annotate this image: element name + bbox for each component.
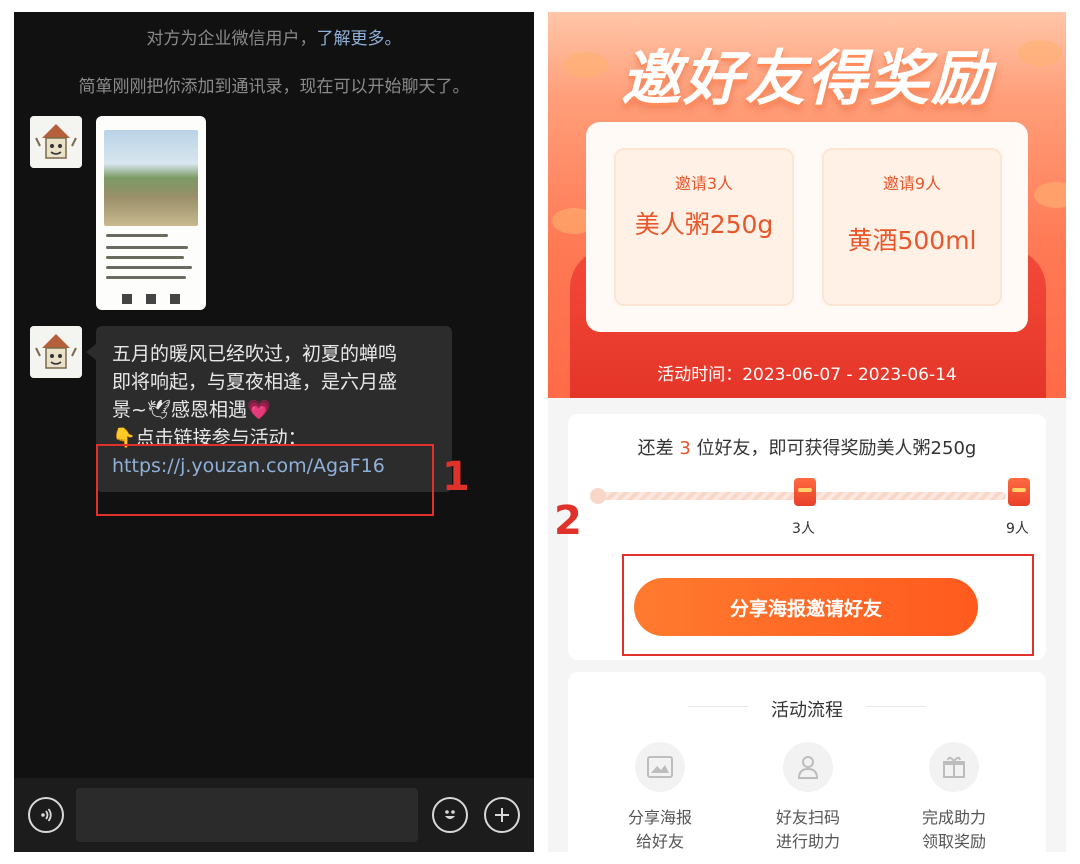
progress-card: 还差 3 位好友，即可获得奖励美人粥250g 3人 9人 分享海报邀请好友: [568, 414, 1046, 660]
message-input[interactable]: [76, 788, 418, 842]
divider: [866, 706, 926, 707]
voice-icon[interactable]: [28, 797, 64, 833]
poster-photo: [104, 130, 198, 226]
message-line: 景~🕊感恩相遇💗: [112, 399, 271, 421]
invite-promo-page: 邀好友得奖励 邀请3人 美人粥250g 邀请9人 黄酒500ml 活动时间：20…: [548, 12, 1066, 852]
flow-step-label: 完成助力 领取奖励: [921, 808, 986, 851]
reward-condition: 邀请3人: [674, 174, 734, 193]
image-icon: [635, 742, 685, 792]
flow-step-label: 好友扫码 进行助力: [775, 808, 840, 851]
flow-title: 活动流程: [771, 700, 843, 721]
reward-tier-2: 邀请9人 黄酒500ml: [822, 148, 1002, 306]
house-mascot-icon: [30, 116, 82, 168]
message-line: 即将响起，与夏夜相逢，是六月盛: [112, 371, 398, 393]
emoji-icon[interactable]: [432, 797, 468, 833]
flow-step-label: 分享海报 给好友: [627, 808, 692, 851]
milestone-label: 3人: [792, 521, 815, 537]
system-notice: 对方为企业微信用户，了解更多。: [146, 29, 402, 49]
callout-number-1: 1: [442, 454, 470, 500]
message-line: 五月的暖风已经吹过，初夏的蝉鸣: [112, 343, 398, 365]
poster-text-line: [106, 266, 192, 269]
plus-icon[interactable]: [484, 797, 520, 833]
milestone-label: 9人: [1006, 521, 1029, 537]
poster-qr-code: [146, 294, 156, 304]
remaining-count: 3: [679, 438, 691, 459]
gift-icon: [1008, 478, 1030, 506]
callout-number-2: 2: [554, 498, 582, 544]
callout-box-2: [622, 554, 1034, 656]
poster-qr-code: [122, 294, 132, 304]
gift-box-icon: [929, 742, 979, 792]
gift-icon: [794, 478, 816, 506]
poster-image-message[interactable]: [96, 116, 206, 310]
flow-step-reward: 完成助力 领取奖励: [894, 742, 1014, 852]
reward-panel: 邀请3人 美人粥250g 邀请9人 黄酒500ml: [586, 122, 1028, 332]
callout-box-1: [96, 444, 434, 516]
screenshot-composite: 对方为企业微信用户，了解更多。 简箪刚刚把你添加到通讯录，现在可以开始聊天了。: [0, 0, 1080, 864]
flow-step-scan: 好友扫码 进行助力: [748, 742, 868, 852]
poster-text-line: [106, 234, 168, 237]
user-icon: [783, 742, 833, 792]
poster-qr-code: [170, 294, 180, 304]
reward-prize: 黄酒500ml: [847, 226, 977, 255]
chat-window: 对方为企业微信用户，了解更多。 简箪刚刚把你添加到通讯录，现在可以开始聊天了。: [14, 12, 534, 852]
reward-condition: 邀请9人: [882, 174, 942, 193]
chat-input-bar: [14, 778, 534, 852]
activity-flow-card: 活动流程 分享海报 给好友 好友扫码 进行助力 完成助力 领取奖励: [568, 672, 1046, 852]
hero-title: 邀好友得奖励: [621, 44, 993, 114]
system-added-notice: 简箪刚刚把你添加到通讯录，现在可以开始聊天了。: [78, 77, 470, 97]
poster-text-line: [106, 256, 184, 259]
activity-time: 活动时间：2023-06-07 - 2023-06-14: [657, 365, 957, 385]
flow-step-share: 分享海报 给好友: [600, 742, 720, 852]
house-mascot-icon: [30, 326, 82, 378]
decorative-coin: [1034, 182, 1066, 208]
progress-text: 还差 3 位好友，即可获得奖励美人粥250g: [637, 438, 977, 459]
learn-more-link[interactable]: 了解更多。: [317, 29, 402, 49]
hero-banner: 邀好友得奖励 邀请3人 美人粥250g 邀请9人 黄酒500ml 活动时间：20…: [548, 12, 1066, 398]
poster-text-line: [106, 246, 188, 249]
progress-start-dot: [590, 488, 606, 504]
sender-avatar[interactable]: [30, 326, 82, 378]
reward-prize: 美人粥250g: [634, 210, 774, 239]
sender-avatar[interactable]: [30, 116, 82, 168]
poster-text-line: [106, 276, 186, 279]
reward-tier-1: 邀请3人 美人粥250g: [614, 148, 794, 306]
